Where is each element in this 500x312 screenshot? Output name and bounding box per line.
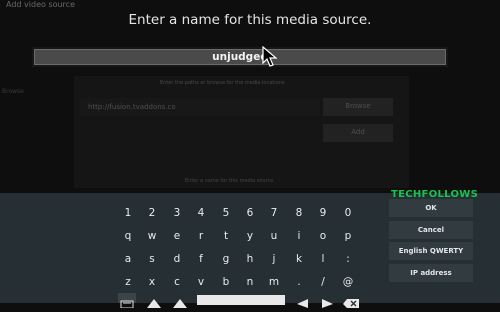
key-6[interactable]: 6	[239, 203, 261, 223]
key-3[interactable]: 3	[166, 203, 188, 223]
cursor-left-key[interactable]	[296, 293, 310, 308]
key-r[interactable]: r	[190, 226, 212, 246]
caps-arrow-icon	[173, 299, 187, 308]
key-u[interactable]: u	[263, 226, 285, 246]
key-q[interactable]: q	[117, 226, 139, 246]
key-y[interactable]: y	[239, 226, 261, 246]
key-at[interactable]: @	[337, 272, 359, 292]
key-4[interactable]: 4	[190, 203, 212, 223]
key-e[interactable]: e	[166, 226, 188, 246]
keyboard-icon	[120, 300, 134, 309]
key-x[interactable]: x	[141, 272, 163, 292]
key-8[interactable]: 8	[288, 203, 310, 223]
dialog-heading: Enter a name for this media source.	[128, 12, 372, 28]
key-1[interactable]: 1	[117, 203, 139, 223]
ok-button[interactable]: OK	[389, 199, 473, 217]
keyboard-layout-button[interactable]: English QWERTY	[389, 242, 473, 260]
key-w[interactable]: w	[141, 226, 163, 246]
key-n[interactable]: n	[239, 272, 261, 292]
key-c[interactable]: c	[166, 272, 188, 292]
background-url-field: http://fusion.tvaddons.co	[80, 98, 320, 116]
caps-key[interactable]	[172, 293, 188, 308]
background-add-label: Add	[351, 128, 365, 136]
symbols-key[interactable]	[118, 293, 136, 309]
key-b[interactable]: b	[215, 272, 237, 292]
shift-arrow-icon	[147, 299, 161, 308]
arrow-left-icon	[297, 299, 308, 308]
key-z[interactable]: z	[117, 272, 139, 292]
backspace-key[interactable]	[342, 293, 360, 308]
source-name-input[interactable]: unjudged	[34, 49, 446, 65]
key-v[interactable]: v	[190, 272, 212, 292]
cursor-right-key[interactable]	[320, 293, 334, 308]
key-h[interactable]: h	[239, 249, 261, 269]
key-g[interactable]: g	[215, 249, 237, 269]
key-j[interactable]: j	[263, 249, 285, 269]
key-colon[interactable]: :	[337, 249, 359, 269]
background-bottom-hint: Enter a name for this media source	[185, 178, 274, 184]
key-9[interactable]: 9	[312, 203, 334, 223]
background-browse-label: Browse	[345, 102, 371, 110]
key-i[interactable]: i	[288, 226, 310, 246]
key-0[interactable]: 0	[337, 203, 359, 223]
mouse-pointer-icon	[262, 46, 278, 67]
background-url-text: http://fusion.tvaddons.co	[88, 103, 176, 111]
key-5[interactable]: 5	[215, 203, 237, 223]
key-s[interactable]: s	[141, 249, 163, 269]
key-p[interactable]: p	[337, 226, 359, 246]
key-a[interactable]: a	[117, 249, 139, 269]
background-add-button: Add	[323, 124, 393, 142]
background-browse-button: Browse	[323, 98, 393, 116]
key-o[interactable]: o	[312, 226, 334, 246]
background-title: Add video source	[6, 0, 75, 9]
key-m[interactable]: m	[263, 272, 285, 292]
shift-key[interactable]	[146, 293, 162, 308]
key-7[interactable]: 7	[263, 203, 285, 223]
arrow-right-icon	[322, 299, 333, 308]
background-hint: Enter the paths or browse for the media …	[160, 80, 285, 86]
key-period[interactable]: .	[288, 272, 310, 292]
key-t[interactable]: t	[215, 226, 237, 246]
backspace-icon	[343, 299, 359, 308]
space-key[interactable]	[197, 295, 285, 305]
key-l[interactable]: l	[312, 249, 334, 269]
key-k[interactable]: k	[288, 249, 310, 269]
background-side-label: Browse	[2, 88, 24, 95]
key-d[interactable]: d	[166, 249, 188, 269]
cancel-button[interactable]: Cancel	[389, 221, 473, 239]
key-2[interactable]: 2	[141, 203, 163, 223]
background-dialog: Add video source Browse Enter the paths …	[0, 0, 500, 193]
key-f[interactable]: f	[190, 249, 212, 269]
ip-address-button[interactable]: IP address	[389, 264, 473, 282]
key-slash[interactable]: /	[312, 272, 334, 292]
